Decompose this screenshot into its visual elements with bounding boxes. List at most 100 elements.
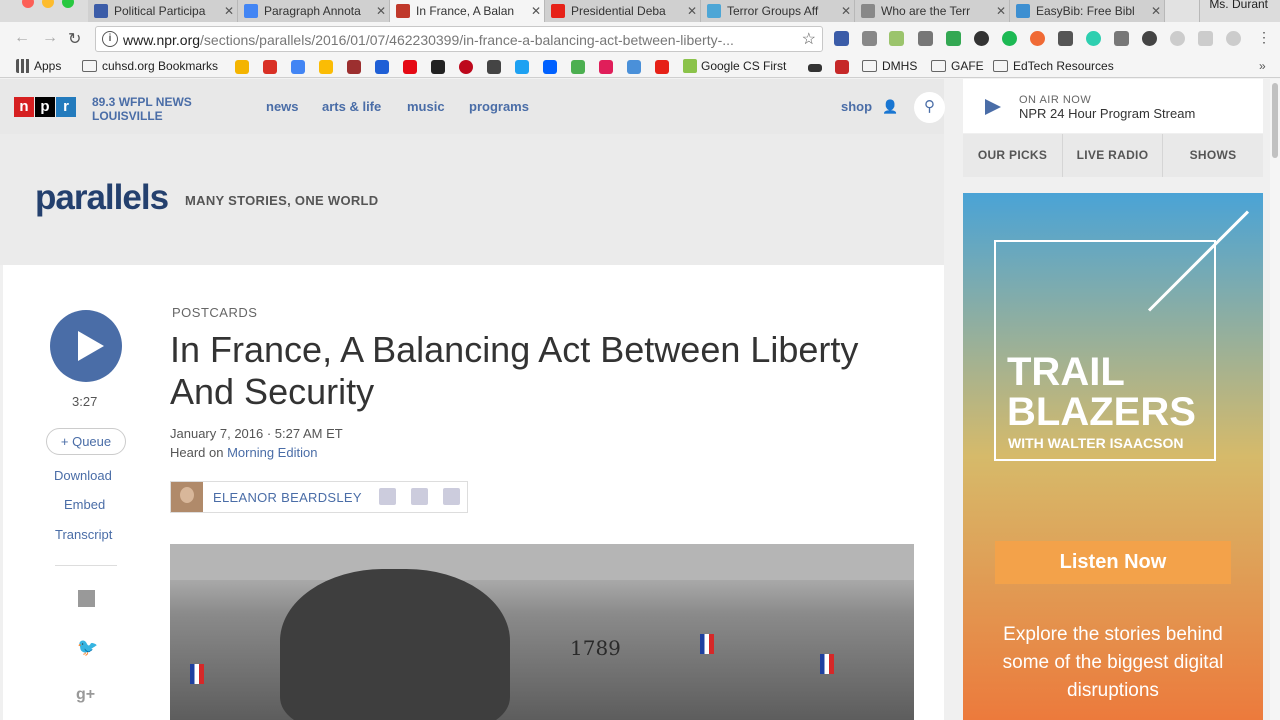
play-icon[interactable]: [985, 99, 1001, 115]
twitter-share-icon[interactable]: 🐦: [77, 638, 98, 658]
bookmark-google-cs-first[interactable]: Google CS First: [683, 59, 786, 73]
profile-name[interactable]: Ms. Durant: [1209, 0, 1268, 11]
extension-icon[interactable]: [862, 31, 877, 46]
extension-icon[interactable]: [974, 31, 989, 46]
tab-shows[interactable]: SHOWS: [1163, 134, 1263, 177]
extension-icon[interactable]: [1058, 31, 1073, 46]
embed-link[interactable]: Embed: [64, 497, 105, 512]
netflix-icon[interactable]: [403, 60, 417, 74]
browser-tab[interactable]: Terror Groups Aff ✕: [701, 0, 855, 22]
extension-icon[interactable]: [889, 31, 904, 46]
extension-icon[interactable]: [1226, 31, 1241, 46]
bookmark-folder-gafe[interactable]: GAFE: [931, 59, 984, 73]
page-scrollbar[interactable]: [1270, 79, 1280, 720]
minimize-window-button[interactable]: [42, 0, 54, 8]
extension-icon[interactable]: [1198, 31, 1213, 46]
author-name[interactable]: ELEANOR BEARDSLEY: [213, 490, 362, 505]
google-plus-share-icon[interactable]: g+: [76, 686, 95, 704]
pinterest-icon[interactable]: [459, 60, 473, 74]
search-icon[interactable]: ⚲: [914, 92, 945, 123]
pandora-icon[interactable]: [375, 60, 389, 74]
author-instagram-icon[interactable]: [443, 488, 460, 505]
nav-shop[interactable]: shop: [841, 99, 872, 114]
new-tab-button[interactable]: [1165, 0, 1200, 22]
extension-icon[interactable]: [1142, 31, 1157, 46]
browser-tab[interactable]: Political Participa ✕: [88, 0, 238, 22]
nav-news[interactable]: news: [266, 99, 299, 114]
dropbox-icon[interactable]: [543, 60, 557, 74]
tab-our-picks[interactable]: OUR PICKS: [963, 134, 1063, 177]
bookmark-folder-dmhs[interactable]: DMHS: [862, 59, 917, 73]
browser-tab[interactable]: Paragraph Annota ✕: [238, 0, 390, 22]
user-account-icon[interactable]: 👤: [882, 99, 898, 115]
tab-live-radio[interactable]: LIVE RADIO: [1063, 134, 1163, 177]
section-logo[interactable]: parallels: [35, 178, 169, 218]
author-avatar[interactable]: [171, 482, 203, 512]
listen-now-button[interactable]: Listen Now: [995, 541, 1231, 584]
nav-arts-life[interactable]: arts & life: [322, 99, 381, 114]
extension-icon[interactable]: [918, 31, 933, 46]
close-tab-icon[interactable]: ✕: [684, 4, 700, 18]
forward-arrow-icon[interactable]: →: [42, 29, 58, 47]
facebook-share-icon[interactable]: [78, 590, 95, 607]
extension-icon[interactable]: [834, 31, 849, 46]
chat-icon[interactable]: [627, 60, 641, 74]
browser-tab[interactable]: Presidential Deba ✕: [545, 0, 701, 22]
rcp-icon[interactable]: [835, 60, 849, 74]
reload-icon[interactable]: ↻: [68, 29, 81, 49]
instagram-icon[interactable]: [487, 60, 501, 74]
scrollbar-thumb[interactable]: [1272, 83, 1278, 158]
slack-icon[interactable]: [599, 60, 613, 74]
bookmark-icon[interactable]: [571, 60, 585, 74]
bookmark-icon[interactable]: [347, 60, 361, 74]
extension-icon[interactable]: [1114, 31, 1129, 46]
browser-tab-active[interactable]: In France, A Balan ✕: [390, 0, 545, 22]
bookmark-folder-edtech[interactable]: EdTech Resources: [993, 59, 1114, 73]
amazon-icon[interactable]: [431, 60, 445, 74]
browser-tab[interactable]: Who are the Terr ✕: [855, 0, 1010, 22]
bookmark-star-icon[interactable]: ☆: [802, 29, 816, 49]
address-bar[interactable]: i www.npr.org/sections/parallels/2016/01…: [95, 26, 823, 52]
nav-music[interactable]: music: [407, 99, 445, 114]
twitter-icon[interactable]: [515, 60, 529, 74]
close-window-button[interactable]: [22, 0, 34, 8]
browser-tab[interactable]: EasyBib: Free Bibl ✕: [1010, 0, 1165, 22]
on-air-player[interactable]: ON AIR NOW NPR 24 Hour Program Stream: [963, 79, 1263, 133]
menu-dots-icon[interactable]: ⋮: [1257, 29, 1271, 46]
keep-icon[interactable]: [319, 60, 333, 74]
extension-icon[interactable]: [1170, 31, 1185, 46]
more-bookmarks-chevron-icon[interactable]: »: [1259, 59, 1266, 73]
author-twitter-icon[interactable]: [411, 488, 428, 505]
back-arrow-icon[interactable]: ←: [14, 29, 30, 47]
trailblazers-ad[interactable]: TRAIL BLAZERS WITH WALTER ISAACSON Liste…: [963, 193, 1263, 720]
npr-icon[interactable]: [808, 64, 822, 72]
extension-icon[interactable]: [1086, 31, 1101, 46]
close-tab-icon[interactable]: ✕: [373, 4, 389, 18]
transcript-link[interactable]: Transcript: [55, 527, 112, 542]
site-info-icon[interactable]: i: [102, 31, 118, 47]
station-name[interactable]: 89.3 WFPL NEWS LOUISVILLE: [92, 95, 192, 123]
article-kicker[interactable]: POSTCARDS: [172, 305, 257, 320]
gmail-icon[interactable]: [263, 60, 277, 74]
download-link[interactable]: Download: [54, 468, 112, 483]
extension-icon[interactable]: [1030, 31, 1045, 46]
youtube-icon[interactable]: [655, 60, 669, 74]
author-facebook-icon[interactable]: [379, 488, 396, 505]
queue-button[interactable]: + Queue: [46, 428, 126, 455]
npr-logo[interactable]: n p r: [14, 97, 77, 117]
close-tab-icon[interactable]: ✕: [993, 4, 1009, 18]
maximize-window-button[interactable]: [62, 0, 74, 8]
close-tab-icon[interactable]: ✕: [221, 4, 237, 18]
extension-icon[interactable]: [946, 31, 961, 46]
calendar-icon[interactable]: [291, 60, 305, 74]
close-tab-icon[interactable]: ✕: [838, 4, 854, 18]
audio-play-button[interactable]: [50, 310, 122, 382]
bookmark-folder-cuhsd[interactable]: cuhsd.org Bookmarks: [82, 59, 218, 73]
morning-edition-link[interactable]: Morning Edition: [227, 445, 317, 460]
extension-icon[interactable]: [1002, 31, 1017, 46]
close-tab-icon[interactable]: ✕: [1148, 4, 1164, 18]
close-tab-icon[interactable]: ✕: [528, 4, 544, 18]
google-drive-icon[interactable]: [235, 60, 249, 74]
nav-programs[interactable]: programs: [469, 99, 529, 114]
url-text[interactable]: www.npr.org/sections/parallels/2016/01/0…: [123, 32, 788, 48]
